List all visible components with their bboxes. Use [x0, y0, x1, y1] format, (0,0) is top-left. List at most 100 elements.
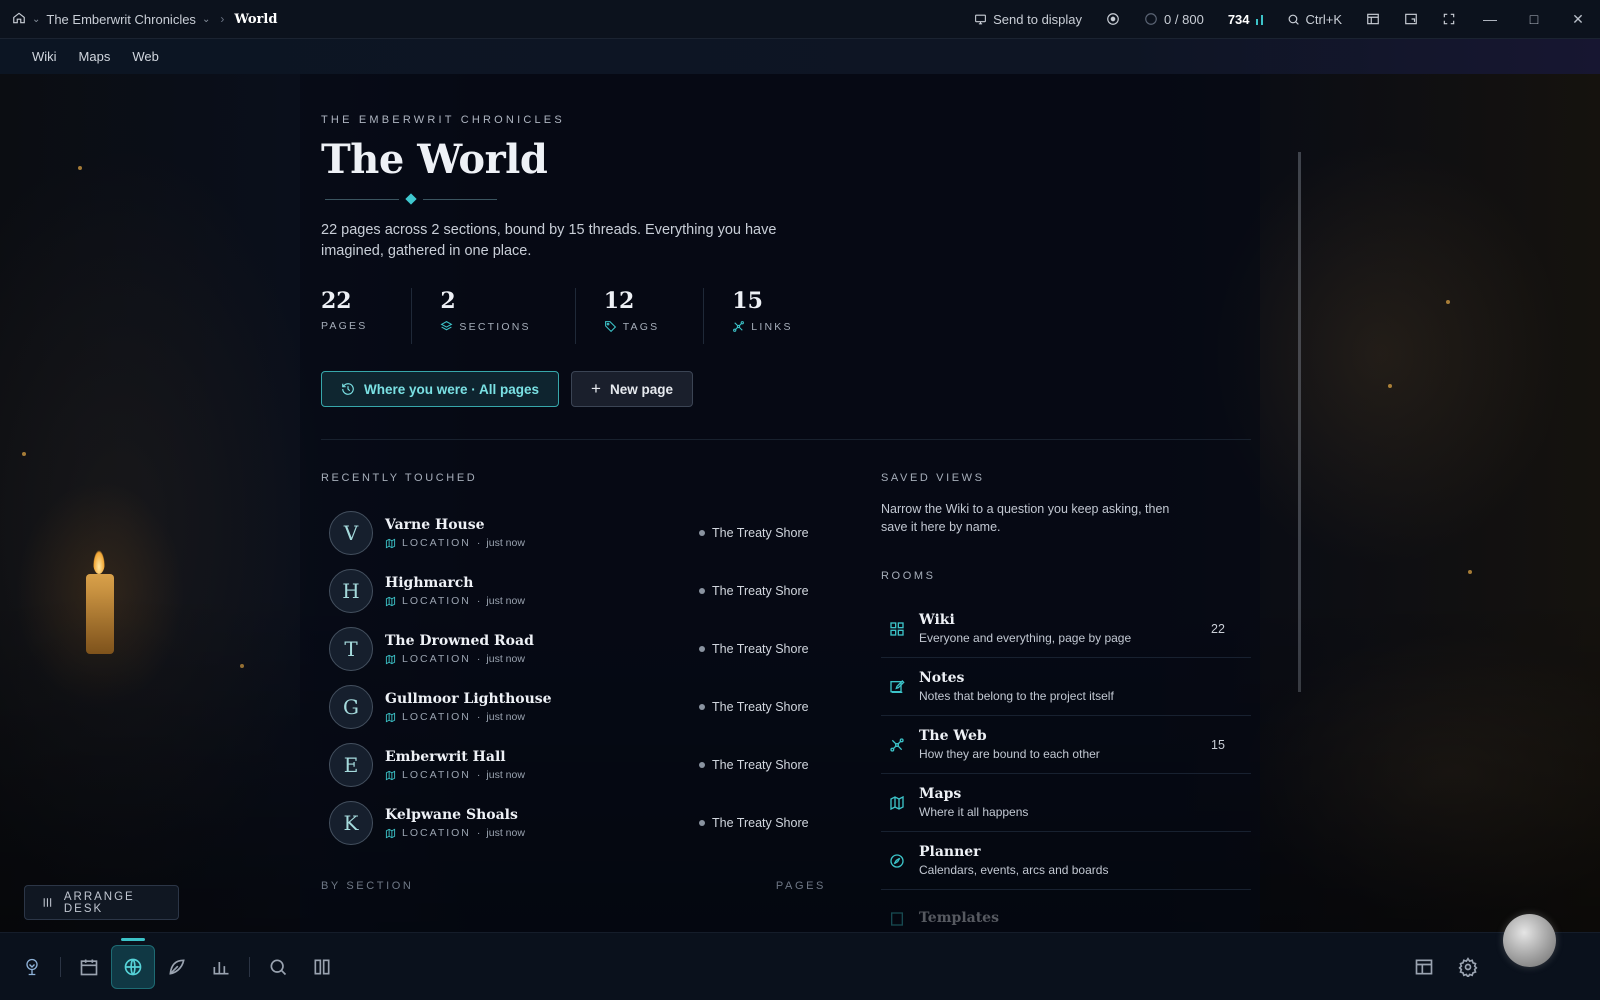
section-dot [699, 820, 705, 826]
stat-tags[interactable]: 12 TAGS [604, 288, 705, 344]
globe-icon[interactable] [111, 937, 155, 989]
page-title: The World [321, 136, 548, 183]
section-dot [699, 588, 705, 594]
panel-icon [1405, 13, 1417, 25]
action-buttons: Where you were · All pages + New page [321, 371, 694, 407]
minimize-button[interactable]: — [1468, 0, 1512, 38]
meta-separator: · [476, 595, 481, 607]
send-to-display-button[interactable]: Send to display [962, 0, 1094, 38]
page-time: just now [486, 537, 525, 549]
where-you-were-button[interactable]: Where you were · All pages [321, 371, 560, 407]
room-templates[interactable]: Templates [881, 890, 1251, 932]
room-wiki[interactable]: Wiki Everyone and everything, page by pag… [881, 600, 1251, 658]
rooms-list: Wiki Everyone and everything, page by pag… [881, 600, 1251, 932]
map-icon [385, 712, 396, 722]
moon-phase-icon[interactable] [1503, 914, 1556, 967]
menu-item-maps[interactable]: Maps [79, 49, 111, 64]
page-time: just now [486, 711, 525, 723]
new-page-button[interactable]: + New page [571, 371, 694, 407]
close-button[interactable]: ✕ [1556, 0, 1600, 38]
fullscreen-button[interactable] [1430, 0, 1468, 38]
ember-mote [78, 166, 82, 170]
stat-label: LINKS [732, 320, 792, 333]
chart-icon[interactable] [199, 945, 243, 989]
menu-item-wiki[interactable]: Wiki [32, 49, 57, 64]
stat-value: 15 [732, 288, 763, 314]
library-icon[interactable] [300, 945, 344, 989]
arrange-desk-button[interactable]: ARRANGE DESK [24, 885, 179, 920]
project-eyebrow: THE EMBERWRIT CHRONICLES [321, 114, 565, 126]
layout-icon[interactable] [1402, 945, 1446, 989]
home-icon[interactable] [12, 11, 26, 28]
tag-icon [604, 321, 616, 333]
by-section-title: BY SECTION [321, 880, 414, 892]
room-notes[interactable]: Notes Notes that belong to the project it… [881, 658, 1251, 716]
room-desc: Notes that belong to the project itself [919, 689, 1114, 703]
map-icon [385, 654, 396, 664]
by-section-header: BY SECTION PAGES [321, 880, 826, 892]
page-kind: LOCATION [402, 537, 471, 549]
meta-separator: · [476, 827, 481, 839]
search-icon[interactable] [256, 945, 300, 989]
page-section: The Treaty Shore [699, 758, 811, 772]
stat-value: 12 [603, 288, 635, 314]
dock-separator [60, 956, 61, 977]
target-icon [1107, 13, 1119, 25]
list-item[interactable]: K Kelpwane Shoals LOCATION · just now The … [321, 794, 811, 852]
stat-sections[interactable]: 2 SECTIONS [440, 288, 576, 344]
grid-icon [890, 621, 904, 636]
quill-icon[interactable] [155, 945, 199, 989]
ember-mote [1446, 300, 1450, 304]
page-time: just now [486, 653, 525, 665]
search-shortcut: Ctrl+K [1305, 11, 1342, 27]
candle-decoration [86, 574, 114, 654]
list-item[interactable]: G Gullmoor Lighthouse LOCATION · just now … [321, 678, 811, 736]
list-item[interactable]: E Emberwrit Hall LOCATION · just now The T… [321, 736, 811, 794]
avatar: T [329, 627, 373, 671]
room-maps[interactable]: Maps Where it all happens [881, 774, 1251, 832]
list-item[interactable]: H Highmarch LOCATION · just now The Treaty… [321, 562, 811, 620]
calendar-icon[interactable] [67, 945, 111, 989]
list-item[interactable]: V Varne House LOCATION · just now The Trea… [321, 504, 811, 562]
page-section: The Treaty Shore [699, 816, 811, 830]
search-button[interactable]: Ctrl+K [1275, 0, 1354, 38]
page-kind: LOCATION [402, 653, 471, 665]
scroll-track [1298, 152, 1301, 692]
room-desc: How they are bound to each other [919, 747, 1100, 761]
chevron-right-icon: › [220, 12, 225, 26]
room-the-web[interactable]: The Web How they are bound to each other … [881, 716, 1251, 774]
arrange-desk-label: ARRANGE DESK [63, 890, 135, 915]
breadcrumb-project[interactable]: The Emberwrit Chronicles [46, 12, 196, 27]
word-goal-value: 0 / 800 [1164, 11, 1204, 27]
gear-icon[interactable] [1446, 945, 1490, 989]
page-time: just now [486, 827, 525, 839]
room-planner[interactable]: Planner Calendars, events, arcs and board… [881, 832, 1251, 890]
avatar: V [329, 511, 373, 555]
stats-row: 22 PAGES 2 SECTIONS 12 TAGS 15 LINKS [321, 288, 865, 344]
page-name: Kelpwane Shoals [385, 807, 518, 823]
panel-button[interactable] [1392, 0, 1430, 38]
word-count[interactable]: 734 [1216, 0, 1275, 38]
focus-button[interactable] [1094, 0, 1132, 38]
maximize-button[interactable]: □ [1512, 0, 1556, 38]
chevron-down-icon[interactable]: ⌄ [32, 14, 40, 25]
chevron-down-icon[interactable]: ⌄ [202, 14, 210, 25]
activity-icon [1255, 13, 1263, 25]
page-section: The Treaty Shore [699, 526, 811, 540]
recently-touched: RECENTLY TOUCHED V Varne House LOCATION ·… [321, 472, 811, 852]
menu-item-web[interactable]: Web [132, 49, 159, 64]
stat-pages[interactable]: 22 PAGES [321, 288, 413, 344]
stat-label: TAGS [604, 320, 660, 333]
word-goal[interactable]: 0 / 800 [1132, 0, 1216, 38]
list-item[interactable]: T The Drowned Road LOCATION · just now The… [321, 620, 811, 678]
tree-logo-icon[interactable] [10, 945, 54, 989]
page-kind: LOCATION [402, 711, 471, 723]
room-name: The Web [919, 728, 987, 744]
page-name: Gullmoor Lighthouse [385, 691, 552, 707]
candle-flame [93, 550, 105, 574]
page-section: The Treaty Shore [699, 700, 811, 714]
stat-links[interactable]: 15 LINKS [732, 288, 836, 344]
avatar: G [329, 685, 373, 729]
room-name: Maps [919, 786, 962, 802]
layout-button[interactable] [1354, 0, 1392, 38]
